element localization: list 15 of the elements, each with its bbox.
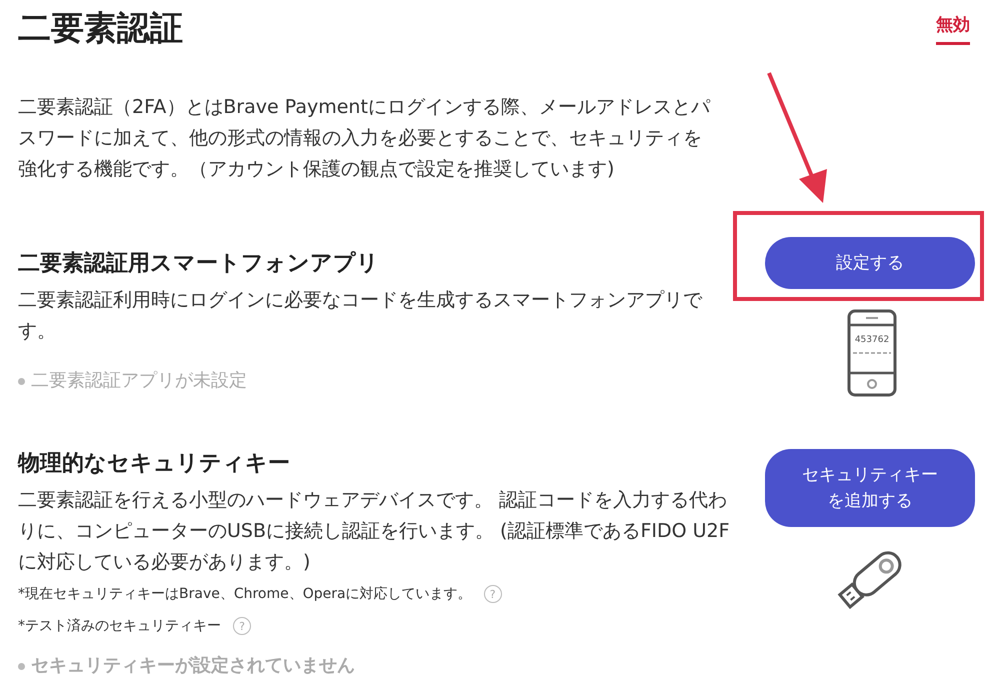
intro-text: 二要素認証（2FA）とはBrave Paymentにログインする際、メールアドレスとパスワードに加えて、他の形式の情報の入力を必要とすることで、セキュリティを強化する機能です。（アカウント保護の観点で設定を推奨しています) <box>18 95 712 182</box>
setup-status: セキュリティキーが設定されていません <box>18 652 730 680</box>
section-heading: 物理的なセキュリティキー <box>18 450 291 478</box>
section-heading: 二要素認証用スマートフォンアプリ <box>18 250 380 278</box>
setup-button[interactable]: 設定する <box>765 237 975 289</box>
page-title: 二要素認証 <box>18 7 183 49</box>
status-label: 無効 <box>936 6 970 45</box>
setup-status: 二要素認証アプリが未設定 <box>18 367 730 395</box>
code-text: 453762 <box>854 335 890 345</box>
phone-icon <box>847 309 897 397</box>
section-description: 二要素認証を行える小型のハードウェアデバイスです。 認証コードを入力する代わりに、コンピューターのUSBに接続し認証を行います。 (認証標準であるFIDO U2Fに対応している必要があります。) <box>18 488 730 575</box>
note-text: *現在セキュリティキーはBrave、Chrome、Operaに対応しています。 <box>18 585 472 604</box>
note-text: *テスト済みのセキュリティキー <box>18 617 221 636</box>
section-description: 二要素認証利用時にログインに必要なコードを生成するスマートフォンアプリです。 <box>18 288 704 344</box>
setup-button[interactable]: セキュリティキーを追加する <box>765 449 975 527</box>
